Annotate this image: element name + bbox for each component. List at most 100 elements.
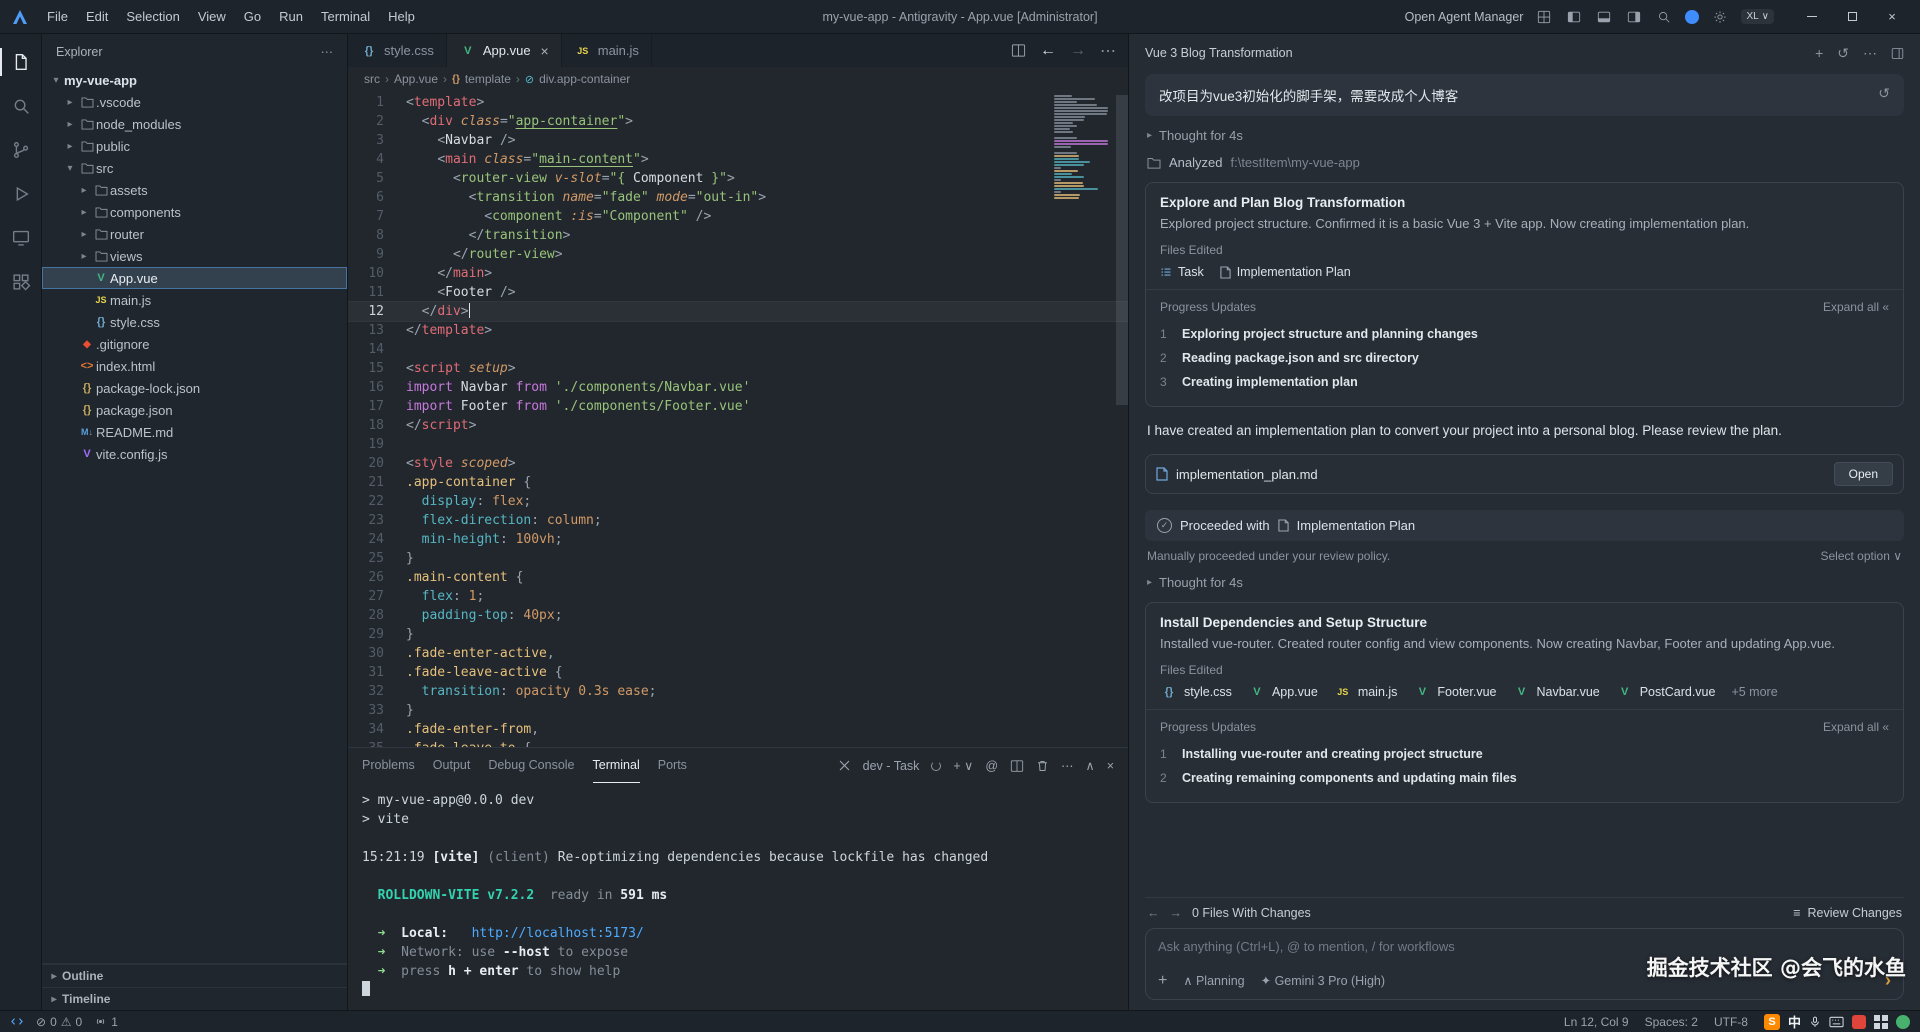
minimap[interactable] — [1054, 95, 1112, 200]
panel-tab-debug-console[interactable]: Debug Console — [488, 748, 574, 783]
code-line[interactable]: 7 <component :is="Component" /> — [348, 207, 1128, 226]
menu-edit[interactable]: Edit — [77, 5, 117, 28]
code-line[interactable]: 25} — [348, 549, 1128, 568]
tree-item-public[interactable]: ▸public — [42, 135, 347, 157]
file-chip[interactable]: VApp.vue — [1248, 685, 1318, 699]
run-debug-icon[interactable] — [0, 172, 42, 216]
panel-tab-terminal[interactable]: Terminal — [593, 748, 640, 783]
tree-item-package-json[interactable]: {}package.json — [42, 399, 347, 421]
prev-change-icon[interactable]: ← — [1147, 906, 1160, 920]
file-chip[interactable]: Task — [1160, 265, 1204, 279]
close-panel-icon[interactable]: × — [1107, 759, 1114, 773]
keyboard-icon[interactable] — [1829, 1016, 1844, 1028]
code-line[interactable]: 21.app-container { — [348, 473, 1128, 492]
panel-tab-ports[interactable]: Ports — [658, 748, 687, 783]
file-chip[interactable]: Implementation Plan — [1220, 265, 1351, 279]
kill-terminal-icon[interactable] — [1036, 759, 1049, 773]
editor-scrollbar[interactable] — [1116, 95, 1128, 405]
cursor-position[interactable]: Ln 12, Col 9 — [1564, 1015, 1629, 1029]
code-line[interactable]: 17import Footer from './components/Foote… — [348, 397, 1128, 416]
ime-grid-icon[interactable] — [1874, 1015, 1888, 1029]
panel-more-icon[interactable]: ⋯ — [1061, 758, 1074, 773]
more-actions-icon[interactable]: ⋯ — [1100, 41, 1116, 61]
tree-item-src[interactable]: ▾src — [42, 157, 347, 179]
split-editor-icon[interactable] — [1011, 43, 1026, 58]
chat-input[interactable]: Ask anything (Ctrl+L), @ to mention, / f… — [1145, 928, 1904, 1000]
file-chip[interactable]: VPostCard.vue — [1616, 685, 1716, 699]
file-chip[interactable]: JSmain.js — [1334, 685, 1398, 699]
review-changes-button[interactable]: ≡ Review Changes — [1793, 906, 1902, 920]
code-line[interactable]: 29} — [348, 625, 1128, 644]
tree-item-assets[interactable]: ▸assets — [42, 179, 347, 201]
thought-row[interactable]: ▸ Thought for 4s — [1147, 575, 1902, 590]
maximize-button[interactable] — [1832, 0, 1872, 33]
open-in-editor-icon[interactable] — [1891, 47, 1904, 60]
breadcrumb-item[interactable]: template — [465, 72, 511, 86]
open-plan-button[interactable]: Open — [1834, 462, 1893, 486]
file-chip[interactable]: +5 more — [1731, 685, 1777, 699]
terminal-task-label[interactable]: dev - Task — [863, 759, 920, 773]
navigate-forward-icon[interactable]: → — [1070, 42, 1086, 60]
layout-grid-icon[interactable] — [1535, 8, 1553, 26]
problems-indicator[interactable]: ⊘ 0 ⚠ 0 — [36, 1015, 82, 1029]
globe-icon[interactable] — [1685, 10, 1699, 24]
timeline-section[interactable]: ▸Timeline — [42, 987, 347, 1010]
remote-indicator-icon[interactable] — [10, 1015, 24, 1028]
file-chip[interactable]: {}style.css — [1160, 685, 1232, 699]
toggle-panel-right-icon[interactable] — [1625, 8, 1643, 26]
tree-item-main-js[interactable]: JSmain.js — [42, 289, 347, 311]
tree-item-components[interactable]: ▸components — [42, 201, 347, 223]
tree-item-vite-config-js[interactable]: Vvite.config.js — [42, 443, 347, 465]
code-line[interactable]: 6 <transition name="fade" mode="out-in"> — [348, 188, 1128, 207]
code-line[interactable]: 34.fade-enter-from, — [348, 720, 1128, 739]
thought-row[interactable]: ▸ Thought for 4s — [1147, 128, 1902, 143]
tree-item-views[interactable]: ▸views — [42, 245, 347, 267]
ports-indicator[interactable]: 1 — [94, 1015, 118, 1029]
explorer-icon[interactable] — [0, 40, 42, 84]
next-change-icon[interactable]: → — [1170, 906, 1183, 920]
code-line[interactable]: 15<script setup> — [348, 359, 1128, 378]
tab-main-js[interactable]: JSmain.js — [562, 34, 652, 67]
menu-file[interactable]: File — [38, 5, 77, 28]
code-editor[interactable]: 1<template>2 <div class="app-container">… — [348, 91, 1128, 747]
select-option-dropdown[interactable]: Select option ∨ — [1820, 549, 1902, 563]
agent-more-icon[interactable]: ⋯ — [1863, 45, 1877, 62]
outline-section[interactable]: ▸Outline — [42, 964, 347, 987]
tree-item-readme-md[interactable]: M↓README.md — [42, 421, 347, 443]
code-line[interactable]: 27 flex: 1; — [348, 587, 1128, 606]
tree-item-app-vue[interactable]: VApp.vue — [42, 267, 347, 289]
code-line[interactable]: 33} — [348, 701, 1128, 720]
gear-icon[interactable] — [1711, 8, 1729, 26]
at-mention-icon[interactable]: @ — [985, 759, 998, 773]
model-selector-dropdown[interactable]: ✦ Gemini 3 Pro (High) — [1261, 973, 1385, 988]
toggle-panel-left-icon[interactable] — [1565, 8, 1583, 26]
code-line[interactable]: 20<style scoped> — [348, 454, 1128, 473]
terminal-output[interactable]: > my-vue-app@0.0.0 dev> vite15:21:19 [vi… — [348, 783, 1128, 1010]
breadcrumb-item[interactable]: src — [364, 72, 380, 86]
attach-icon[interactable]: + — [1158, 972, 1167, 990]
close-button[interactable]: × — [1872, 0, 1912, 33]
menu-help[interactable]: Help — [379, 5, 424, 28]
tree-item-node-modules[interactable]: ▸node_modules — [42, 113, 347, 135]
tree-item-router[interactable]: ▸router — [42, 223, 347, 245]
code-line[interactable]: 3 <Navbar /> — [348, 131, 1128, 150]
explorer-more-actions-icon[interactable]: ⋯ — [321, 44, 334, 59]
code-line[interactable]: 14 — [348, 340, 1128, 359]
proceeded-bar[interactable]: ✓ Proceeded with Implementation Plan — [1145, 510, 1904, 541]
retry-icon[interactable]: ↺ — [1878, 85, 1890, 102]
tree-item-package-lock-json[interactable]: {}package-lock.json — [42, 377, 347, 399]
menu-view[interactable]: View — [189, 5, 235, 28]
code-line[interactable]: 1<template> — [348, 93, 1128, 112]
code-line[interactable]: 24 min-height: 100vh; — [348, 530, 1128, 549]
minimize-button[interactable] — [1792, 0, 1832, 33]
navigate-back-icon[interactable]: ← — [1040, 42, 1056, 60]
toggle-panel-bottom-icon[interactable] — [1595, 8, 1613, 26]
mic-icon[interactable] — [1809, 1015, 1821, 1029]
open-agent-manager-button[interactable]: Open Agent Manager — [1405, 10, 1524, 24]
menu-terminal[interactable]: Terminal — [312, 5, 379, 28]
planning-mode-dropdown[interactable]: ∧ Planning — [1183, 973, 1244, 988]
code-line[interactable]: 19 — [348, 435, 1128, 454]
maximize-panel-icon[interactable]: ∧ — [1086, 758, 1095, 773]
file-chip[interactable]: VFooter.vue — [1413, 685, 1496, 699]
agent-conversation[interactable]: 改项目为vue3初始化的脚手架，需要改成个人博客 ↺ ▸ Thought for… — [1129, 72, 1920, 897]
